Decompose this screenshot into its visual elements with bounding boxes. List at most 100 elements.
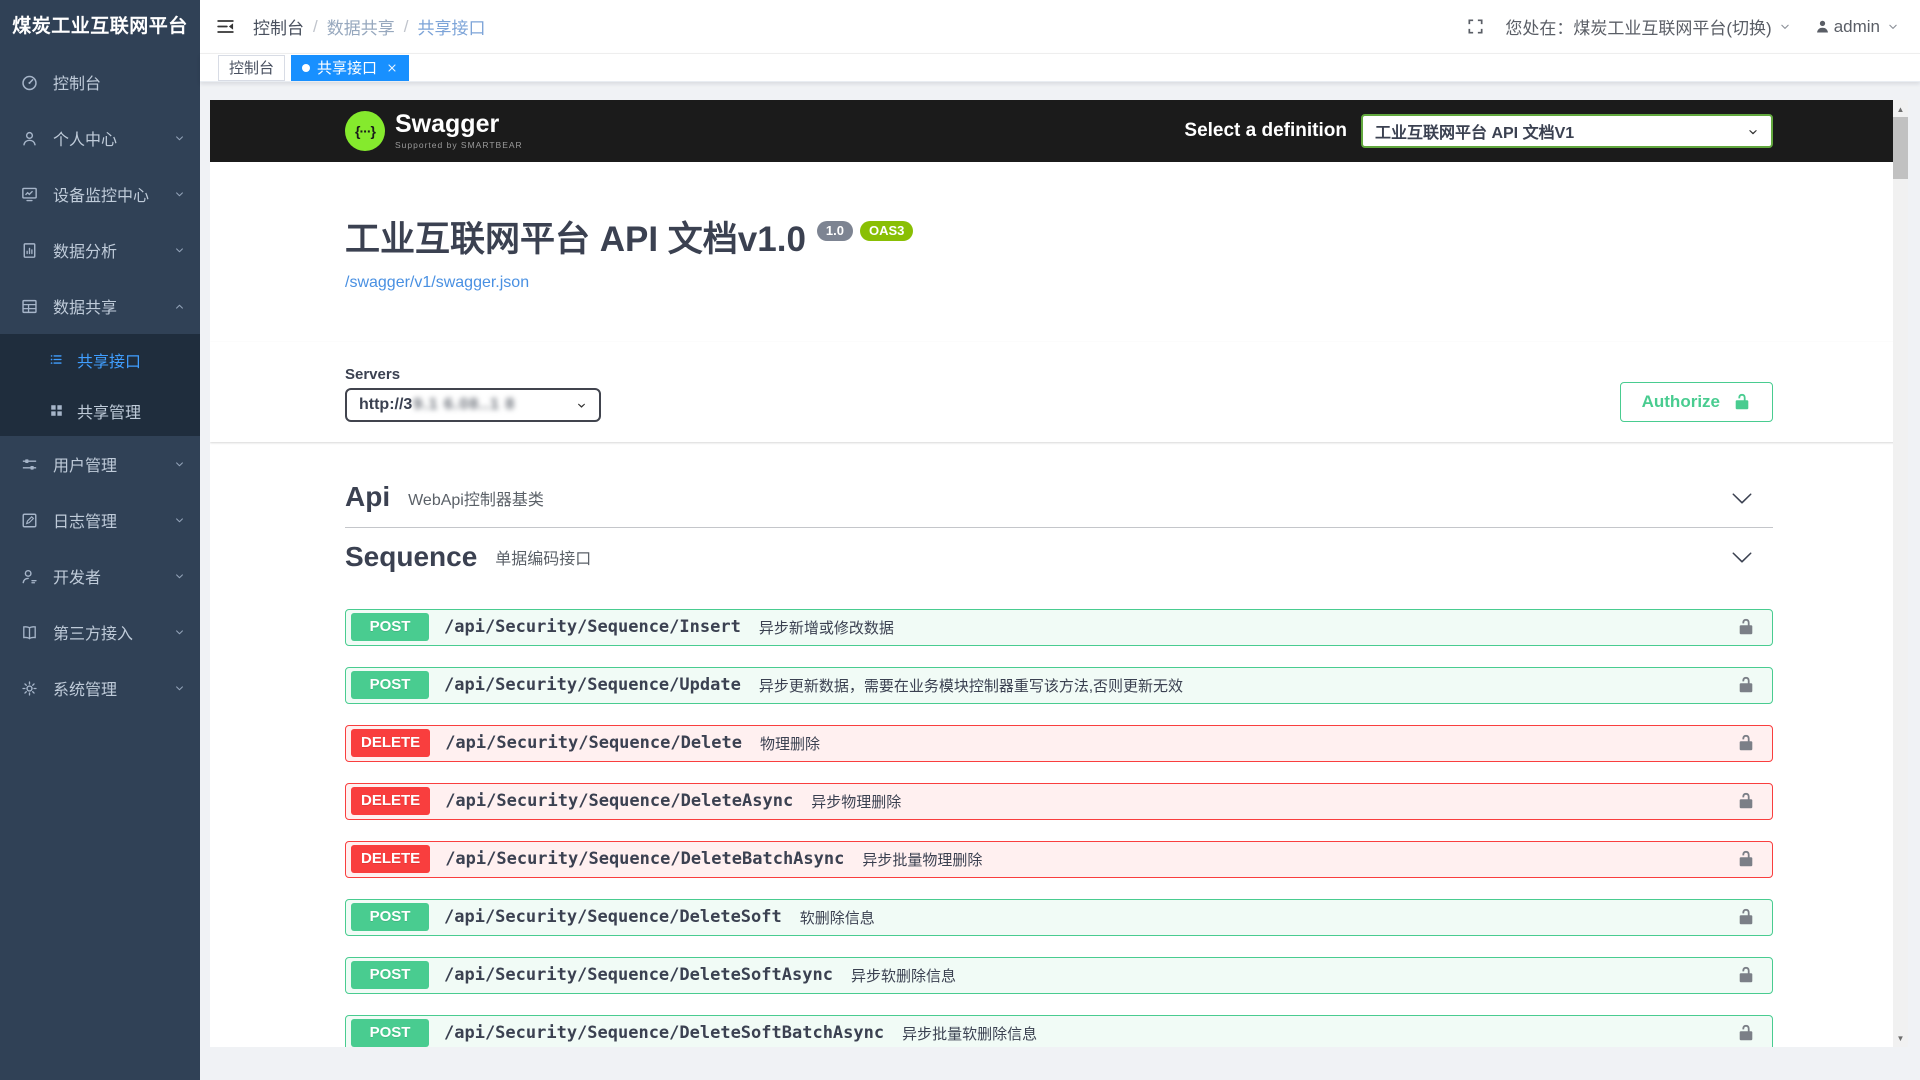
server-url-visible: http://3 (359, 396, 412, 414)
username: admin (1834, 17, 1880, 37)
chevron-down-icon (173, 244, 186, 257)
chevron-down-icon (173, 132, 186, 145)
header-right: 您处在：煤炭工业互联网平台(切换) admin (1466, 14, 1900, 39)
endpoint-row-post[interactable]: POST/api/Security/Sequence/DeleteSoft软删除… (345, 899, 1773, 936)
method-badge: POST (351, 1019, 429, 1047)
scrollbar-down-arrow[interactable]: ▼ (1893, 1030, 1908, 1046)
section-name: Sequence (345, 542, 477, 573)
chevron-down-icon (173, 626, 186, 639)
unlock-icon (1733, 393, 1751, 411)
user-menu[interactable]: admin (1814, 17, 1900, 37)
list-icon (48, 351, 65, 368)
endpoint-row-post[interactable]: POST/api/Security/Sequence/Update 异步更新数据，… (345, 667, 1773, 704)
app-title: 煤炭工业互联网平台 (0, 0, 200, 54)
api-sections: ApiWebApi控制器基类Sequence单据编码接口 POST/api/Sec… (345, 442, 1773, 1047)
servers-label: Servers (345, 366, 601, 383)
spec-link[interactable]: /swagger/v1/swagger.json (345, 274, 529, 292)
chevron-down-icon (173, 514, 186, 527)
caret-down-icon (1745, 124, 1761, 140)
unlock-icon[interactable] (1737, 966, 1755, 984)
unlock-icon[interactable] (1737, 1024, 1755, 1042)
user-icon (20, 129, 39, 148)
sidebar-item-developer[interactable]: 开发者 (0, 548, 200, 604)
endpoint-path: /api/Security/Sequence/Update (444, 675, 741, 695)
unlock-icon[interactable] (1737, 734, 1755, 752)
sidebar-item-label: 数据共享 (53, 294, 117, 318)
endpoint-description: 异步软删除信息 (851, 965, 956, 986)
tab-label: 控制台 (229, 57, 274, 78)
scrollbar-up-arrow[interactable]: ▲ (1893, 101, 1908, 117)
sidebar-item-label: 开发者 (53, 564, 101, 588)
sidebar-item-dashboard[interactable]: 控制台 (0, 54, 200, 110)
unlock-icon[interactable] (1737, 618, 1755, 636)
section-header-api[interactable]: ApiWebApi控制器基类 (345, 468, 1773, 528)
sidebar-item-device-monitor[interactable]: 设备监控中心 (0, 166, 200, 222)
scrollbar-thumb[interactable] (1893, 117, 1908, 179)
select-definition-label: Select a definition (1184, 120, 1347, 142)
breadcrumb-item: 共享接口 (417, 14, 485, 39)
endpoint-row-post[interactable]: POST/api/Security/Sequence/DeleteSoftBat… (345, 1015, 1773, 1047)
tab-shared-api[interactable]: 共享接口 (291, 55, 409, 81)
endpoint-row-post[interactable]: POST/api/Security/Sequence/Insert异步新增或修改… (345, 609, 1773, 646)
swagger-logo: {···} Swagger Supported by SMARTBEAR (345, 111, 523, 151)
sidebar-item-label: 数据分析 (53, 238, 117, 262)
swagger-panel: {···} Swagger Supported by SMARTBEAR Sel… (210, 100, 1908, 1047)
active-tab-dot (302, 64, 310, 72)
endpoint-description: 异步更新数据，需要在业务模块控制器重写该方法,否则更新无效 (759, 675, 1183, 696)
endpoint-description: 软删除信息 (800, 907, 875, 928)
sidebar-item-log-manage[interactable]: 日志管理 (0, 492, 200, 548)
developer-icon (20, 567, 39, 586)
method-badge: DELETE (351, 845, 430, 873)
endpoint-description: 异步新增或修改数据 (759, 617, 894, 638)
sidebar-subitem-label: 共享接口 (77, 348, 141, 372)
book-icon (20, 623, 39, 642)
definition-select[interactable]: 工业互联网平台 API 文档V1 (1361, 114, 1773, 148)
sidebar-toggle-icon[interactable] (215, 16, 236, 37)
method-badge: POST (351, 613, 429, 641)
sidebar-subitem-shared-api[interactable]: 共享接口 (0, 334, 200, 385)
endpoint-row-delete[interactable]: DELETE/api/Security/Sequence/DeleteBatch… (345, 841, 1773, 878)
authorize-button[interactable]: Authorize (1620, 382, 1773, 422)
unlock-icon[interactable] (1737, 676, 1755, 694)
sidebar-menu: 控制台个人中心设备监控中心数据分析数据共享共享接口共享管理用户管理日志管理开发者… (0, 54, 200, 716)
platform-switcher[interactable]: 您处在：煤炭工业互联网平台(切换) (1505, 14, 1791, 39)
server-url-redacted: 9.1 6.08..1 8 (413, 396, 515, 414)
swagger-logo-text: Swagger (395, 112, 523, 137)
endpoint-description: 异步物理删除 (811, 791, 901, 812)
authorize-label: Authorize (1642, 392, 1720, 412)
grid-icon (48, 402, 65, 419)
sidebar-item-user-manage[interactable]: 用户管理 (0, 436, 200, 492)
unlock-icon[interactable] (1737, 908, 1755, 926)
sidebar-item-data-share[interactable]: 数据共享 (0, 278, 200, 334)
tab-close-icon[interactable] (386, 62, 398, 74)
unlock-icon[interactable] (1737, 792, 1755, 810)
endpoint-path: /api/Security/Sequence/DeleteBatchAsync (445, 849, 844, 869)
breadcrumb-item[interactable]: 控制台 (253, 14, 304, 39)
servers-block: Servers http://3 9.1 6.08..1 8 (345, 366, 601, 422)
endpoint-row-post[interactable]: POST/api/Security/Sequence/DeleteSoftAsy… (345, 957, 1773, 994)
servers-select[interactable]: http://3 9.1 6.08..1 8 (345, 388, 601, 422)
sidebar-item-profile[interactable]: 个人中心 (0, 110, 200, 166)
method-badge: POST (351, 671, 429, 699)
fullscreen-icon[interactable] (1466, 17, 1485, 36)
header-bar: 控制台/数据共享/共享接口 您处在：煤炭工业互联网平台(切换) admin (200, 0, 1920, 54)
sidebar-item-data-analysis[interactable]: 数据分析 (0, 222, 200, 278)
breadcrumb-item: 数据共享 (327, 14, 395, 39)
tab-dashboard[interactable]: 控制台 (218, 55, 285, 81)
method-badge: DELETE (351, 787, 430, 815)
share-grid-icon (20, 297, 39, 316)
unlock-icon[interactable] (1737, 850, 1755, 868)
tab-bar: 控制台共享接口 (200, 54, 1920, 82)
endpoint-row-delete[interactable]: DELETE/api/Security/Sequence/DeleteAsync… (345, 783, 1773, 820)
sidebar-item-label: 用户管理 (53, 452, 117, 476)
endpoint-description: 物理删除 (760, 733, 820, 754)
chevron-down-icon (173, 682, 186, 695)
sidebar-item-third-party[interactable]: 第三方接入 (0, 604, 200, 660)
oas-badge: OAS3 (860, 221, 913, 241)
section-header-sequence[interactable]: Sequence单据编码接口 (345, 528, 1773, 587)
sidebar-item-system-manage[interactable]: 系统管理 (0, 660, 200, 716)
section-name: Api (345, 482, 390, 513)
chevron-down-icon (173, 570, 186, 583)
sidebar-subitem-shared-manage[interactable]: 共享管理 (0, 385, 200, 436)
endpoint-row-delete[interactable]: DELETE/api/Security/Sequence/Delete物理删除 (345, 725, 1773, 762)
